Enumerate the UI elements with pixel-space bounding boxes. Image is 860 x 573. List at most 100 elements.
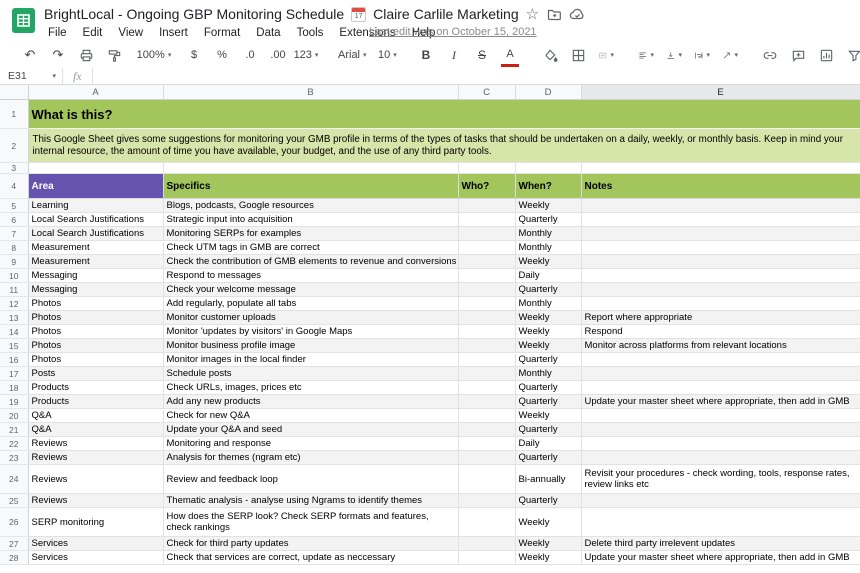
cell-specifics[interactable]: Respond to messages xyxy=(163,269,458,283)
row-header[interactable]: 17 xyxy=(0,367,28,381)
row-header[interactable]: 3 xyxy=(0,163,28,174)
cell-area[interactable]: Posts xyxy=(28,367,163,381)
cell-when[interactable]: Quarterly xyxy=(515,213,581,227)
fill-color-button[interactable] xyxy=(542,45,558,65)
cell-specifics[interactable]: Monitoring SERPs for examples xyxy=(163,227,458,241)
cell-notes[interactable]: Delete third party irrelevent updates xyxy=(581,537,860,551)
borders-button[interactable] xyxy=(570,45,586,65)
cell-specifics[interactable]: Thematic analysis - analyse using Ngrams… xyxy=(163,494,458,508)
column-header[interactable]: C xyxy=(458,85,515,100)
menu-item[interactable]: Insert xyxy=(151,26,196,40)
header-cell-specifics[interactable]: Specifics xyxy=(163,174,458,199)
name-box[interactable]: E31▾ xyxy=(0,70,62,82)
cell-notes[interactable] xyxy=(581,255,860,269)
cell-notes[interactable]: Respond xyxy=(581,325,860,339)
row-header[interactable]: 10 xyxy=(0,269,28,283)
column-header[interactable]: D xyxy=(515,85,581,100)
row-header[interactable]: 22 xyxy=(0,437,28,451)
cell-who[interactable] xyxy=(458,551,515,565)
cell-who[interactable] xyxy=(458,395,515,409)
cell-specifics[interactable]: Check for third party updates xyxy=(163,537,458,551)
cell[interactable] xyxy=(515,163,581,174)
zoom-select[interactable]: 100%▾ xyxy=(146,45,162,65)
row-header[interactable]: 21 xyxy=(0,423,28,437)
cell-notes[interactable] xyxy=(581,437,860,451)
cell-who[interactable] xyxy=(458,409,515,423)
cell-area[interactable]: Products xyxy=(28,381,163,395)
cell-when[interactable]: Daily xyxy=(515,269,581,283)
cell-specifics[interactable]: Review and feedback loop xyxy=(163,465,458,494)
cell-area[interactable]: Photos xyxy=(28,353,163,367)
menu-item[interactable]: View xyxy=(110,26,151,40)
cell-who[interactable] xyxy=(458,353,515,367)
cell-specifics[interactable]: Check UTM tags in GMB are correct xyxy=(163,241,458,255)
cell-who[interactable] xyxy=(458,508,515,537)
cell-when[interactable]: Monthly xyxy=(515,241,581,255)
cell-specifics[interactable]: Strategic input into acquisition xyxy=(163,213,458,227)
cell-specifics[interactable]: Update your Q&A and seed xyxy=(163,423,458,437)
row-header[interactable]: 23 xyxy=(0,451,28,465)
cell-who[interactable] xyxy=(458,537,515,551)
cell-notes[interactable] xyxy=(581,227,860,241)
strikethrough-button[interactable]: S xyxy=(474,45,490,65)
row-header[interactable]: 5 xyxy=(0,199,28,213)
font-size-select[interactable]: 10▾ xyxy=(378,45,394,65)
cell-when[interactable]: Quarterly xyxy=(515,395,581,409)
cell-who[interactable] xyxy=(458,494,515,508)
cell-notes[interactable] xyxy=(581,241,860,255)
cell-who[interactable] xyxy=(458,451,515,465)
header-cell-notes[interactable]: Notes xyxy=(581,174,860,199)
cell-notes[interactable] xyxy=(581,269,860,283)
horizontal-align-button[interactable]: ▾ xyxy=(638,45,654,65)
cell-who[interactable] xyxy=(458,227,515,241)
menu-item[interactable]: Edit xyxy=(75,26,111,40)
insert-link-button[interactable] xyxy=(762,45,778,65)
row-header[interactable]: 8 xyxy=(0,241,28,255)
cell-when[interactable]: Monthly xyxy=(515,367,581,381)
cell-specifics[interactable]: Monitor images in the local finder xyxy=(163,353,458,367)
row-header[interactable]: 1 xyxy=(0,100,28,129)
cell-specifics[interactable]: Check URLs, images, prices etc xyxy=(163,381,458,395)
print-button[interactable] xyxy=(78,45,94,65)
cell-area[interactable]: Q&A xyxy=(28,423,163,437)
cell-specifics[interactable]: Check the contribution of GMB elements t… xyxy=(163,255,458,269)
cell-area[interactable]: Q&A xyxy=(28,409,163,423)
row-header[interactable]: 26 xyxy=(0,508,28,537)
cell-who[interactable] xyxy=(458,339,515,353)
cell-who[interactable] xyxy=(458,311,515,325)
cell-who[interactable] xyxy=(458,269,515,283)
cell-when[interactable]: Quarterly xyxy=(515,353,581,367)
cell-when[interactable]: Quarterly xyxy=(515,451,581,465)
cell-when[interactable]: Weekly xyxy=(515,339,581,353)
cell-area[interactable]: Measurement xyxy=(28,241,163,255)
cell-notes[interactable] xyxy=(581,494,860,508)
cell-when[interactable]: Weekly xyxy=(515,325,581,339)
banner-title-cell[interactable]: What is this? xyxy=(28,100,860,129)
cell-who[interactable] xyxy=(458,241,515,255)
cell-area[interactable]: Products xyxy=(28,395,163,409)
cell-notes[interactable]: Update your master sheet where appropria… xyxy=(581,395,860,409)
cell[interactable] xyxy=(28,163,163,174)
cell[interactable] xyxy=(163,163,458,174)
cell-notes[interactable] xyxy=(581,297,860,311)
select-all-corner[interactable] xyxy=(0,85,28,100)
cell-notes[interactable] xyxy=(581,283,860,297)
cell-area[interactable]: Measurement xyxy=(28,255,163,269)
menu-item[interactable]: Data xyxy=(248,26,288,40)
format-percent-button[interactable]: % xyxy=(214,45,230,65)
cell-when[interactable]: Weekly xyxy=(515,508,581,537)
number-format-button[interactable]: 123▾ xyxy=(298,45,314,65)
cell-notes[interactable] xyxy=(581,508,860,537)
cell-who[interactable] xyxy=(458,381,515,395)
insert-comment-button[interactable] xyxy=(790,45,806,65)
row-header[interactable]: 28 xyxy=(0,551,28,565)
cell-area[interactable]: Messaging xyxy=(28,269,163,283)
row-header[interactable]: 16 xyxy=(0,353,28,367)
row-header[interactable]: 6 xyxy=(0,213,28,227)
row-header[interactable]: 14 xyxy=(0,325,28,339)
cell-area[interactable]: Photos xyxy=(28,311,163,325)
header-cell-when[interactable]: When? xyxy=(515,174,581,199)
cell-when[interactable]: Weekly xyxy=(515,311,581,325)
last-edit-link[interactable]: Last edit was on October 15, 2021 xyxy=(369,26,537,38)
row-header[interactable]: 12 xyxy=(0,297,28,311)
